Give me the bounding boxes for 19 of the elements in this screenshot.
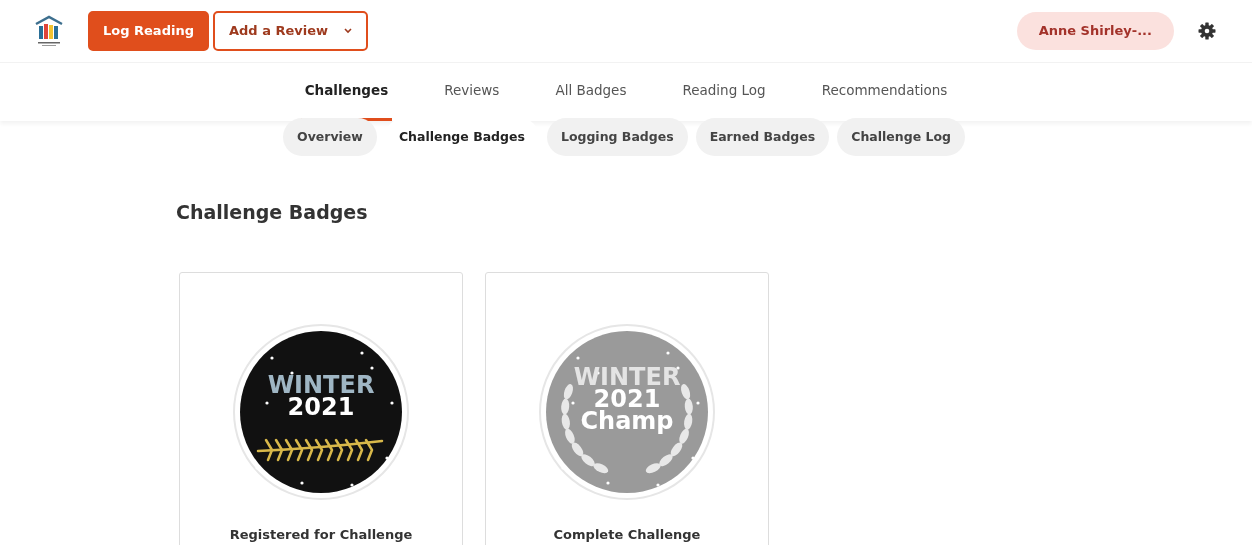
badge-caption: Registered for Challenge <box>229 525 413 544</box>
sub-tab[interactable]: Overview <box>283 118 377 156</box>
sub-tab[interactable]: Earned Badges <box>695 118 830 156</box>
settings-icon[interactable] <box>1198 22 1216 40</box>
badge-caption: Complete Challenge <box>553 525 701 544</box>
log-reading-button[interactable]: Log Reading <box>88 11 209 51</box>
caret-icon <box>344 28 353 34</box>
badge-text: 2021 <box>287 392 355 421</box>
user-menu-button[interactable]: Anne Shirley-... <box>1016 12 1174 50</box>
sub-tab[interactable]: Logging Badges <box>546 118 688 156</box>
add-review-dropdown[interactable]: Add a Review <box>212 11 369 51</box>
sub-tab[interactable]: Challenge Log <box>837 118 965 156</box>
nav-tab[interactable]: Reading Log <box>678 63 770 121</box>
nav-tab[interactable]: All Badges <box>551 63 631 121</box>
badge-text: Champ <box>580 406 674 435</box>
page-heading: Challenge Badges <box>176 201 369 224</box>
nav-tab[interactable]: Recommendations <box>817 63 952 121</box>
library-logo-icon[interactable] <box>34 15 64 47</box>
nav-tab[interactable]: Reviews <box>440 63 504 121</box>
